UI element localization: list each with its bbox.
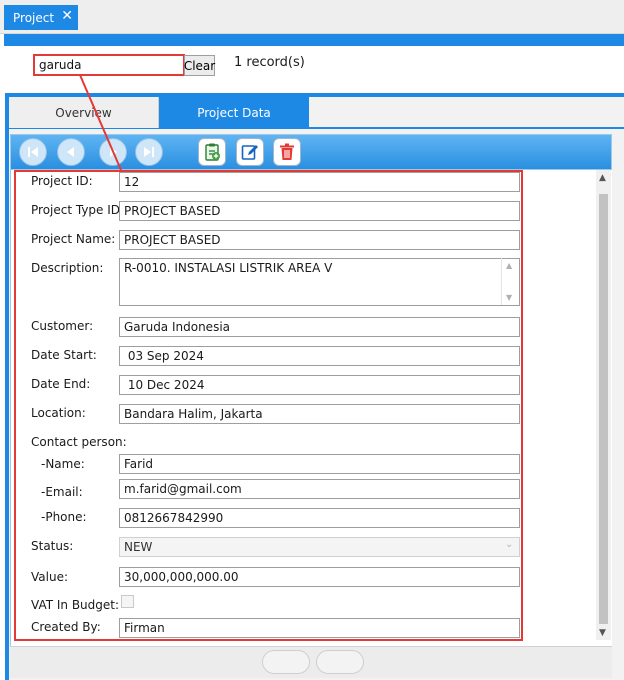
project-id-label: Project ID: <box>31 174 93 188</box>
value-label: Value: <box>31 570 68 584</box>
next-record-button[interactable] <box>99 138 127 166</box>
last-record-button[interactable] <box>135 138 163 166</box>
record-toolbar <box>10 134 612 170</box>
created-by-label: Created By: <box>31 620 101 634</box>
project-name-label: Project Name: <box>31 232 116 246</box>
header-band <box>4 34 624 46</box>
description-label: Description: <box>31 261 104 275</box>
value-field[interactable] <box>119 567 520 587</box>
scrollbar-thumb[interactable] <box>599 194 608 624</box>
contact-email-field[interactable] <box>119 479 520 499</box>
project-type-id-label: Project Type ID: <box>31 203 125 217</box>
edit-icon <box>241 145 258 160</box>
contact-name-field[interactable] <box>119 454 520 474</box>
status-select[interactable]: NEW <box>119 537 520 557</box>
contact-email-label: -Email: <box>41 485 83 499</box>
scroll-down-icon[interactable]: ▼ <box>599 628 606 638</box>
project-type-id-field[interactable] <box>119 201 520 221</box>
delete-record-button[interactable] <box>273 138 301 166</box>
scroll-down-icon[interactable]: ▼ <box>506 293 512 302</box>
tab-project-label: Project <box>13 10 55 25</box>
clear-button[interactable]: Clear <box>184 55 215 76</box>
bottom-bar <box>10 646 612 678</box>
date-end-field[interactable] <box>119 375 520 395</box>
chevron-down-icon[interactable]: ⌄ <box>505 539 513 550</box>
bottom-pill-button[interactable] <box>316 650 364 674</box>
tab-project-data[interactable]: Project Data <box>159 97 309 128</box>
project-id-field[interactable] <box>119 172 520 192</box>
first-icon <box>28 147 38 157</box>
customer-field[interactable] <box>119 317 520 337</box>
add-document-icon <box>205 143 220 161</box>
vat-in-budget-label: VAT In Budget: <box>31 598 120 612</box>
location-field[interactable] <box>119 404 520 424</box>
first-record-button[interactable] <box>19 138 47 166</box>
close-icon[interactable]: ✕ <box>61 8 73 24</box>
tab-project[interactable]: Project ✕ <box>4 5 78 30</box>
previous-icon <box>67 147 74 157</box>
tab-overview[interactable]: Overview <box>9 97 159 128</box>
contact-phone-label: -Phone: <box>41 510 87 524</box>
contact-phone-field[interactable] <box>119 508 520 528</box>
form-scrollbar[interactable]: ▲ ▼ <box>596 170 611 640</box>
bottom-pill-button[interactable] <box>262 650 310 674</box>
next-icon <box>110 147 117 157</box>
edit-record-button[interactable] <box>236 138 264 166</box>
description-field[interactable]: R-0010. INSTALASI LISTRIK AREA V <box>119 258 520 306</box>
status-label: Status: <box>31 539 74 553</box>
scroll-up-icon[interactable]: ▲ <box>599 173 606 183</box>
date-start-field[interactable] <box>119 346 520 366</box>
search-input[interactable] <box>33 54 185 76</box>
customer-label: Customer: <box>31 319 94 333</box>
scroll-up-icon[interactable]: ▲ <box>506 261 512 270</box>
project-name-field[interactable] <box>119 230 520 250</box>
last-icon <box>144 147 154 157</box>
record-count: 1 record(s) <box>234 55 305 70</box>
vat-in-budget-checkbox[interactable] <box>121 595 134 608</box>
contact-person-label: Contact person: <box>31 435 127 449</box>
delete-icon <box>280 143 294 160</box>
location-label: Location: <box>31 406 86 420</box>
date-end-label: Date End: <box>31 377 91 391</box>
description-scrollbar[interactable]: ▲ ▼ <box>501 258 519 305</box>
contact-name-label: -Name: <box>41 457 85 471</box>
add-record-button[interactable] <box>198 138 226 166</box>
subtab-bar: Overview Project Data <box>9 97 624 129</box>
document-tab-strip <box>0 0 624 34</box>
date-start-label: Date Start: <box>31 348 97 362</box>
previous-record-button[interactable] <box>57 138 85 166</box>
created-by-field[interactable] <box>119 618 520 638</box>
